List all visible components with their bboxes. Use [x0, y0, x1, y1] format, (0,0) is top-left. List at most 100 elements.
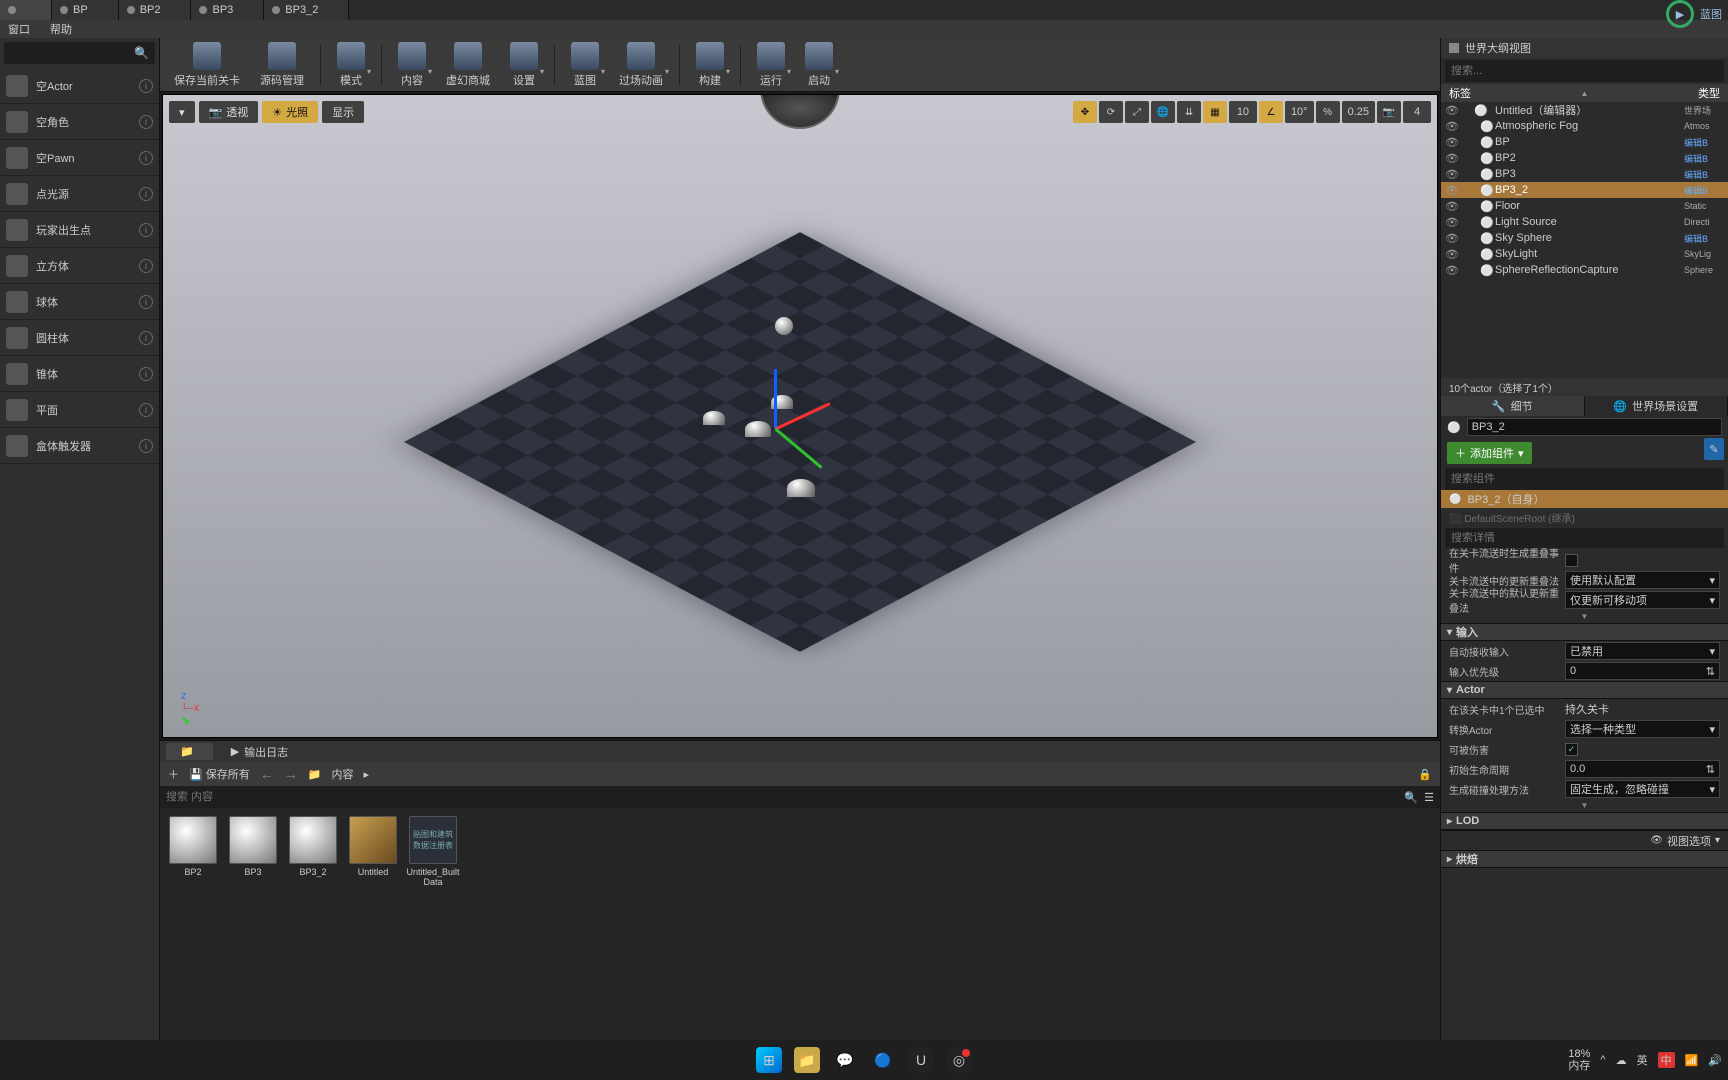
- outliner-search[interactable]: [1445, 60, 1724, 82]
- camera-speed-value[interactable]: 4: [1403, 101, 1431, 123]
- toolbar-btn-设置[interactable]: 设置 ▾: [502, 40, 546, 90]
- memory-meter[interactable]: 18%内存: [1568, 1048, 1590, 1072]
- outliner-row[interactable]: 👁 ⚪ BP3_2 编辑B: [1441, 182, 1728, 198]
- asset-item[interactable]: BP2: [168, 816, 218, 878]
- outliner-row[interactable]: 👁 ⚪ Atmospheric Fog Atmos: [1441, 118, 1728, 134]
- obs-icon[interactable]: ◎: [946, 1047, 972, 1073]
- visibility-icon[interactable]: 👁: [1445, 248, 1457, 261]
- outliner-row[interactable]: 👁 ⚪ SphereReflectionCapture Sphere: [1441, 262, 1728, 278]
- outliner-search-input[interactable]: [1451, 65, 1718, 77]
- details-search-input[interactable]: [1451, 532, 1718, 544]
- content-search-input[interactable]: [166, 791, 1404, 803]
- palette-item[interactable]: 点光源 i: [0, 176, 159, 212]
- palette-item[interactable]: 平面 i: [0, 392, 159, 428]
- outliner-header[interactable]: 标签▲类型: [1441, 84, 1728, 102]
- outliner-type[interactable]: Sphere: [1684, 265, 1724, 275]
- visibility-icon[interactable]: 👁: [1445, 104, 1457, 117]
- checkbox[interactable]: ✓: [1565, 743, 1578, 756]
- component-search[interactable]: [1445, 468, 1724, 490]
- visibility-icon[interactable]: 👁: [1445, 232, 1457, 245]
- world-local-btn[interactable]: 🌐: [1151, 101, 1175, 123]
- toolbar-btn-启动[interactable]: 启动 ▾: [797, 40, 841, 90]
- visibility-icon[interactable]: 👁: [1445, 120, 1457, 133]
- info-icon[interactable]: i: [139, 367, 153, 381]
- asset-item[interactable]: BP3: [228, 816, 278, 878]
- toolbar-btn-内容[interactable]: 内容 ▾: [390, 40, 434, 90]
- grid-snap-value[interactable]: 10: [1229, 101, 1257, 123]
- dropdown[interactable]: 固定生成，忽略碰撞▾: [1565, 780, 1720, 798]
- info-icon[interactable]: i: [139, 403, 153, 417]
- section-actor[interactable]: ▾ Actor: [1441, 681, 1728, 699]
- outliner-type[interactable]: Atmos: [1684, 121, 1724, 131]
- outliner-type[interactable]: Static: [1684, 201, 1724, 211]
- palette-item[interactable]: 锥体 i: [0, 356, 159, 392]
- palette-search[interactable]: 🔍: [4, 42, 155, 64]
- ime-lang[interactable]: 英: [1637, 1052, 1648, 1068]
- visibility-icon[interactable]: 👁: [1445, 136, 1457, 149]
- visibility-icon[interactable]: 👁: [1445, 152, 1457, 165]
- outliner-row[interactable]: 👁 ⚪ SkyLight SkyLig: [1441, 246, 1728, 262]
- toolbar-btn-运行[interactable]: 运行 ▾: [749, 40, 793, 90]
- tab-bp2[interactable]: BP2: [119, 0, 192, 20]
- outliner-type[interactable]: Directi: [1684, 217, 1724, 227]
- rotate-gizmo-btn[interactable]: ⟳: [1099, 101, 1123, 123]
- outliner-row[interactable]: 👁 ⚪ Light Source Directi: [1441, 214, 1728, 230]
- content-browser-tab[interactable]: 📁: [166, 743, 213, 760]
- info-icon[interactable]: i: [139, 295, 153, 309]
- add-component-btn[interactable]: ＋添加组件 ▾: [1447, 442, 1532, 464]
- expand-arrow[interactable]: ▼: [1441, 799, 1728, 812]
- dropdown[interactable]: 选择一种类型▾: [1565, 720, 1720, 738]
- angle-snap-btn[interactable]: ∠: [1259, 101, 1283, 123]
- folder-icon[interactable]: 📁: [308, 768, 322, 781]
- volume-icon[interactable]: 🔊: [1708, 1054, 1722, 1067]
- outliner-tab[interactable]: 世界大纲视图: [1441, 38, 1728, 58]
- info-icon[interactable]: i: [139, 151, 153, 165]
- tab-bp3[interactable]: BP3: [191, 0, 264, 20]
- outliner-row[interactable]: 👁 ⚪ BP 编辑B: [1441, 134, 1728, 150]
- visibility-icon[interactable]: 👁: [1445, 200, 1457, 213]
- outliner-row[interactable]: 👁 ⚪ BP3 编辑B: [1441, 166, 1728, 182]
- tab-bp3-2[interactable]: BP3_2: [264, 0, 349, 20]
- tray-cloud-icon[interactable]: ☁: [1616, 1054, 1627, 1067]
- spinbox[interactable]: 0.0⇅: [1565, 760, 1720, 778]
- expand-arrow[interactable]: ▼: [1441, 610, 1728, 623]
- scale-snap-value[interactable]: 0.25: [1342, 101, 1375, 123]
- component-root-row[interactable]: ⬛ DefaultSceneRoot (继承): [1441, 508, 1728, 526]
- viewport-show-btn[interactable]: 显示: [322, 101, 364, 123]
- info-icon[interactable]: i: [139, 79, 153, 93]
- checkbox[interactable]: [1565, 554, 1578, 567]
- palette-search-input[interactable]: [10, 47, 152, 59]
- output-log-tab[interactable]: ▶输出日志: [217, 742, 302, 762]
- lock-icon[interactable]: 🔒: [1418, 768, 1432, 781]
- dropdown[interactable]: 已禁用▾: [1565, 642, 1720, 660]
- menu-window[interactable]: 窗口: [8, 21, 30, 37]
- transform-gizmo[interactable]: [775, 429, 777, 431]
- info-icon[interactable]: i: [139, 259, 153, 273]
- outliner-row[interactable]: 👁 ⚪ BP2 编辑B: [1441, 150, 1728, 166]
- toolbar-btn-模式[interactable]: 模式 ▾: [329, 40, 373, 90]
- details-tab[interactable]: 🔧细节: [1441, 396, 1585, 416]
- section-input[interactable]: ▾ 输入: [1441, 623, 1728, 641]
- outliner-type[interactable]: 编辑B: [1684, 184, 1724, 197]
- asset-item[interactable]: Untitled: [348, 816, 398, 878]
- edit-blueprint-btn[interactable]: ✎: [1704, 438, 1724, 460]
- actor-name-input[interactable]: [1467, 418, 1722, 436]
- grid-snap-btn[interactable]: ▦: [1203, 101, 1227, 123]
- toolbar-btn-虚幻商城[interactable]: 虚幻商城: [438, 40, 498, 90]
- content-search[interactable]: 🔍 ☰: [160, 786, 1440, 808]
- palette-item[interactable]: 盒体触发器 i: [0, 428, 159, 464]
- add-new-btn[interactable]: ＋: [168, 766, 179, 782]
- viewport-options-btn[interactable]: ▾: [169, 101, 195, 123]
- info-icon[interactable]: i: [139, 331, 153, 345]
- tab-bp[interactable]: BP: [52, 0, 119, 20]
- palette-item[interactable]: 空Actor i: [0, 68, 159, 104]
- toolbar-btn-构建[interactable]: 构建 ▾: [688, 40, 732, 90]
- outliner-type[interactable]: 编辑B: [1684, 152, 1724, 165]
- world-settings-tab[interactable]: 🌐世界场景设置: [1585, 396, 1728, 416]
- info-icon[interactable]: i: [139, 439, 153, 453]
- outliner-row[interactable]: 👁 ⚪ Floor Static: [1441, 198, 1728, 214]
- chrome-icon[interactable]: 🔵: [870, 1047, 896, 1073]
- palette-item[interactable]: 空角色 i: [0, 104, 159, 140]
- breadcrumb-arrow[interactable]: ▸: [363, 768, 369, 781]
- save-all-btn[interactable]: 💾 保存所有: [189, 766, 250, 782]
